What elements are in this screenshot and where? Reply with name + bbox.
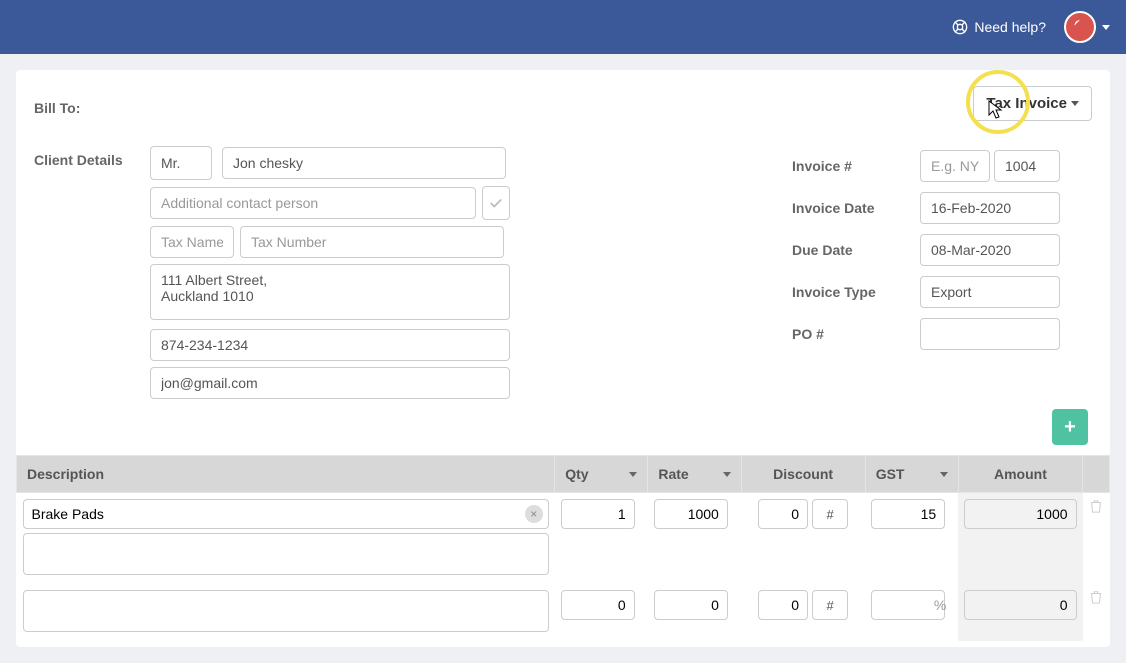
col-discount: Discount <box>741 456 865 493</box>
col-gst[interactable]: GST <box>865 456 958 493</box>
col-actions <box>1083 456 1110 493</box>
line-notes-input[interactable] <box>23 533 549 575</box>
plus-icon: + <box>1064 416 1076 439</box>
avatar-icon <box>1064 11 1096 43</box>
line-discount-input[interactable] <box>758 590 808 620</box>
clear-description-button[interactable]: × <box>525 505 543 523</box>
col-qty[interactable]: Qty <box>555 456 648 493</box>
invoice-date-input[interactable] <box>920 192 1060 224</box>
col-rate[interactable]: Rate <box>648 456 741 493</box>
invoice-prefix-input[interactable] <box>920 150 990 182</box>
line-amount-display <box>964 590 1076 620</box>
line-qty-input[interactable] <box>561 590 635 620</box>
trash-icon[interactable] <box>1089 499 1103 513</box>
line-amount-display <box>964 499 1076 529</box>
col-amount: Amount <box>958 456 1082 493</box>
client-title-select[interactable]: Mr. <box>150 146 212 180</box>
invoice-panel: Tax Invoice Bill To: Client Details Mr. <box>16 70 1110 647</box>
due-date-input[interactable] <box>920 234 1060 266</box>
invoice-meta-panel: Invoice # Invoice Date Due Date Invoice … <box>792 150 1092 360</box>
line-discount-type-select[interactable]: # <box>812 499 848 529</box>
invoice-number-label: Invoice # <box>792 158 920 174</box>
top-bar: Need help? <box>0 0 1126 54</box>
table-row: ×# <box>17 493 1110 585</box>
tax-number-input[interactable] <box>240 226 504 258</box>
line-rate-input[interactable] <box>654 590 728 620</box>
line-gst-input[interactable] <box>871 499 945 529</box>
tax-name-input[interactable] <box>150 226 234 258</box>
due-date-label: Due Date <box>792 242 920 258</box>
add-line-button[interactable]: + <box>1052 409 1088 445</box>
invoice-type-label: Invoice Type <box>792 284 920 300</box>
check-icon <box>489 196 503 210</box>
table-row: #% <box>17 584 1110 641</box>
invoice-type-select[interactable]: Export <box>920 276 1060 308</box>
line-description-input[interactable] <box>23 499 549 529</box>
percent-label: % <box>934 597 946 613</box>
chevron-down-icon <box>1102 25 1110 30</box>
line-description-input[interactable] <box>23 590 549 632</box>
po-number-input[interactable] <box>920 318 1060 350</box>
chevron-down-icon <box>723 472 731 477</box>
chevron-down-icon <box>629 472 637 477</box>
line-discount-type-select[interactable]: # <box>812 590 848 620</box>
line-items-table: Description Qty Rate Discount GST Amount… <box>16 455 1110 641</box>
invoice-date-label: Invoice Date <box>792 200 920 216</box>
client-email-input[interactable] <box>150 367 510 399</box>
chevron-down-icon <box>940 472 948 477</box>
line-qty-input[interactable] <box>561 499 635 529</box>
life-ring-icon <box>952 19 968 35</box>
client-address-input[interactable] <box>150 264 510 320</box>
bill-to-label: Bill To: <box>34 94 150 116</box>
need-help-label: Need help? <box>974 19 1046 35</box>
client-phone-input[interactable] <box>150 329 510 361</box>
additional-contact-input[interactable] <box>150 187 476 219</box>
invoice-number-input[interactable] <box>994 150 1060 182</box>
client-name-input[interactable] <box>222 147 506 179</box>
user-menu[interactable] <box>1064 11 1110 43</box>
col-description: Description <box>17 456 555 493</box>
line-discount-input[interactable] <box>758 499 808 529</box>
client-details-label: Client Details <box>34 146 150 168</box>
trash-icon[interactable] <box>1089 590 1103 604</box>
confirm-contact-button[interactable] <box>482 186 510 220</box>
line-rate-input[interactable] <box>654 499 728 529</box>
need-help-link[interactable]: Need help? <box>952 19 1046 35</box>
po-number-label: PO # <box>792 326 920 342</box>
